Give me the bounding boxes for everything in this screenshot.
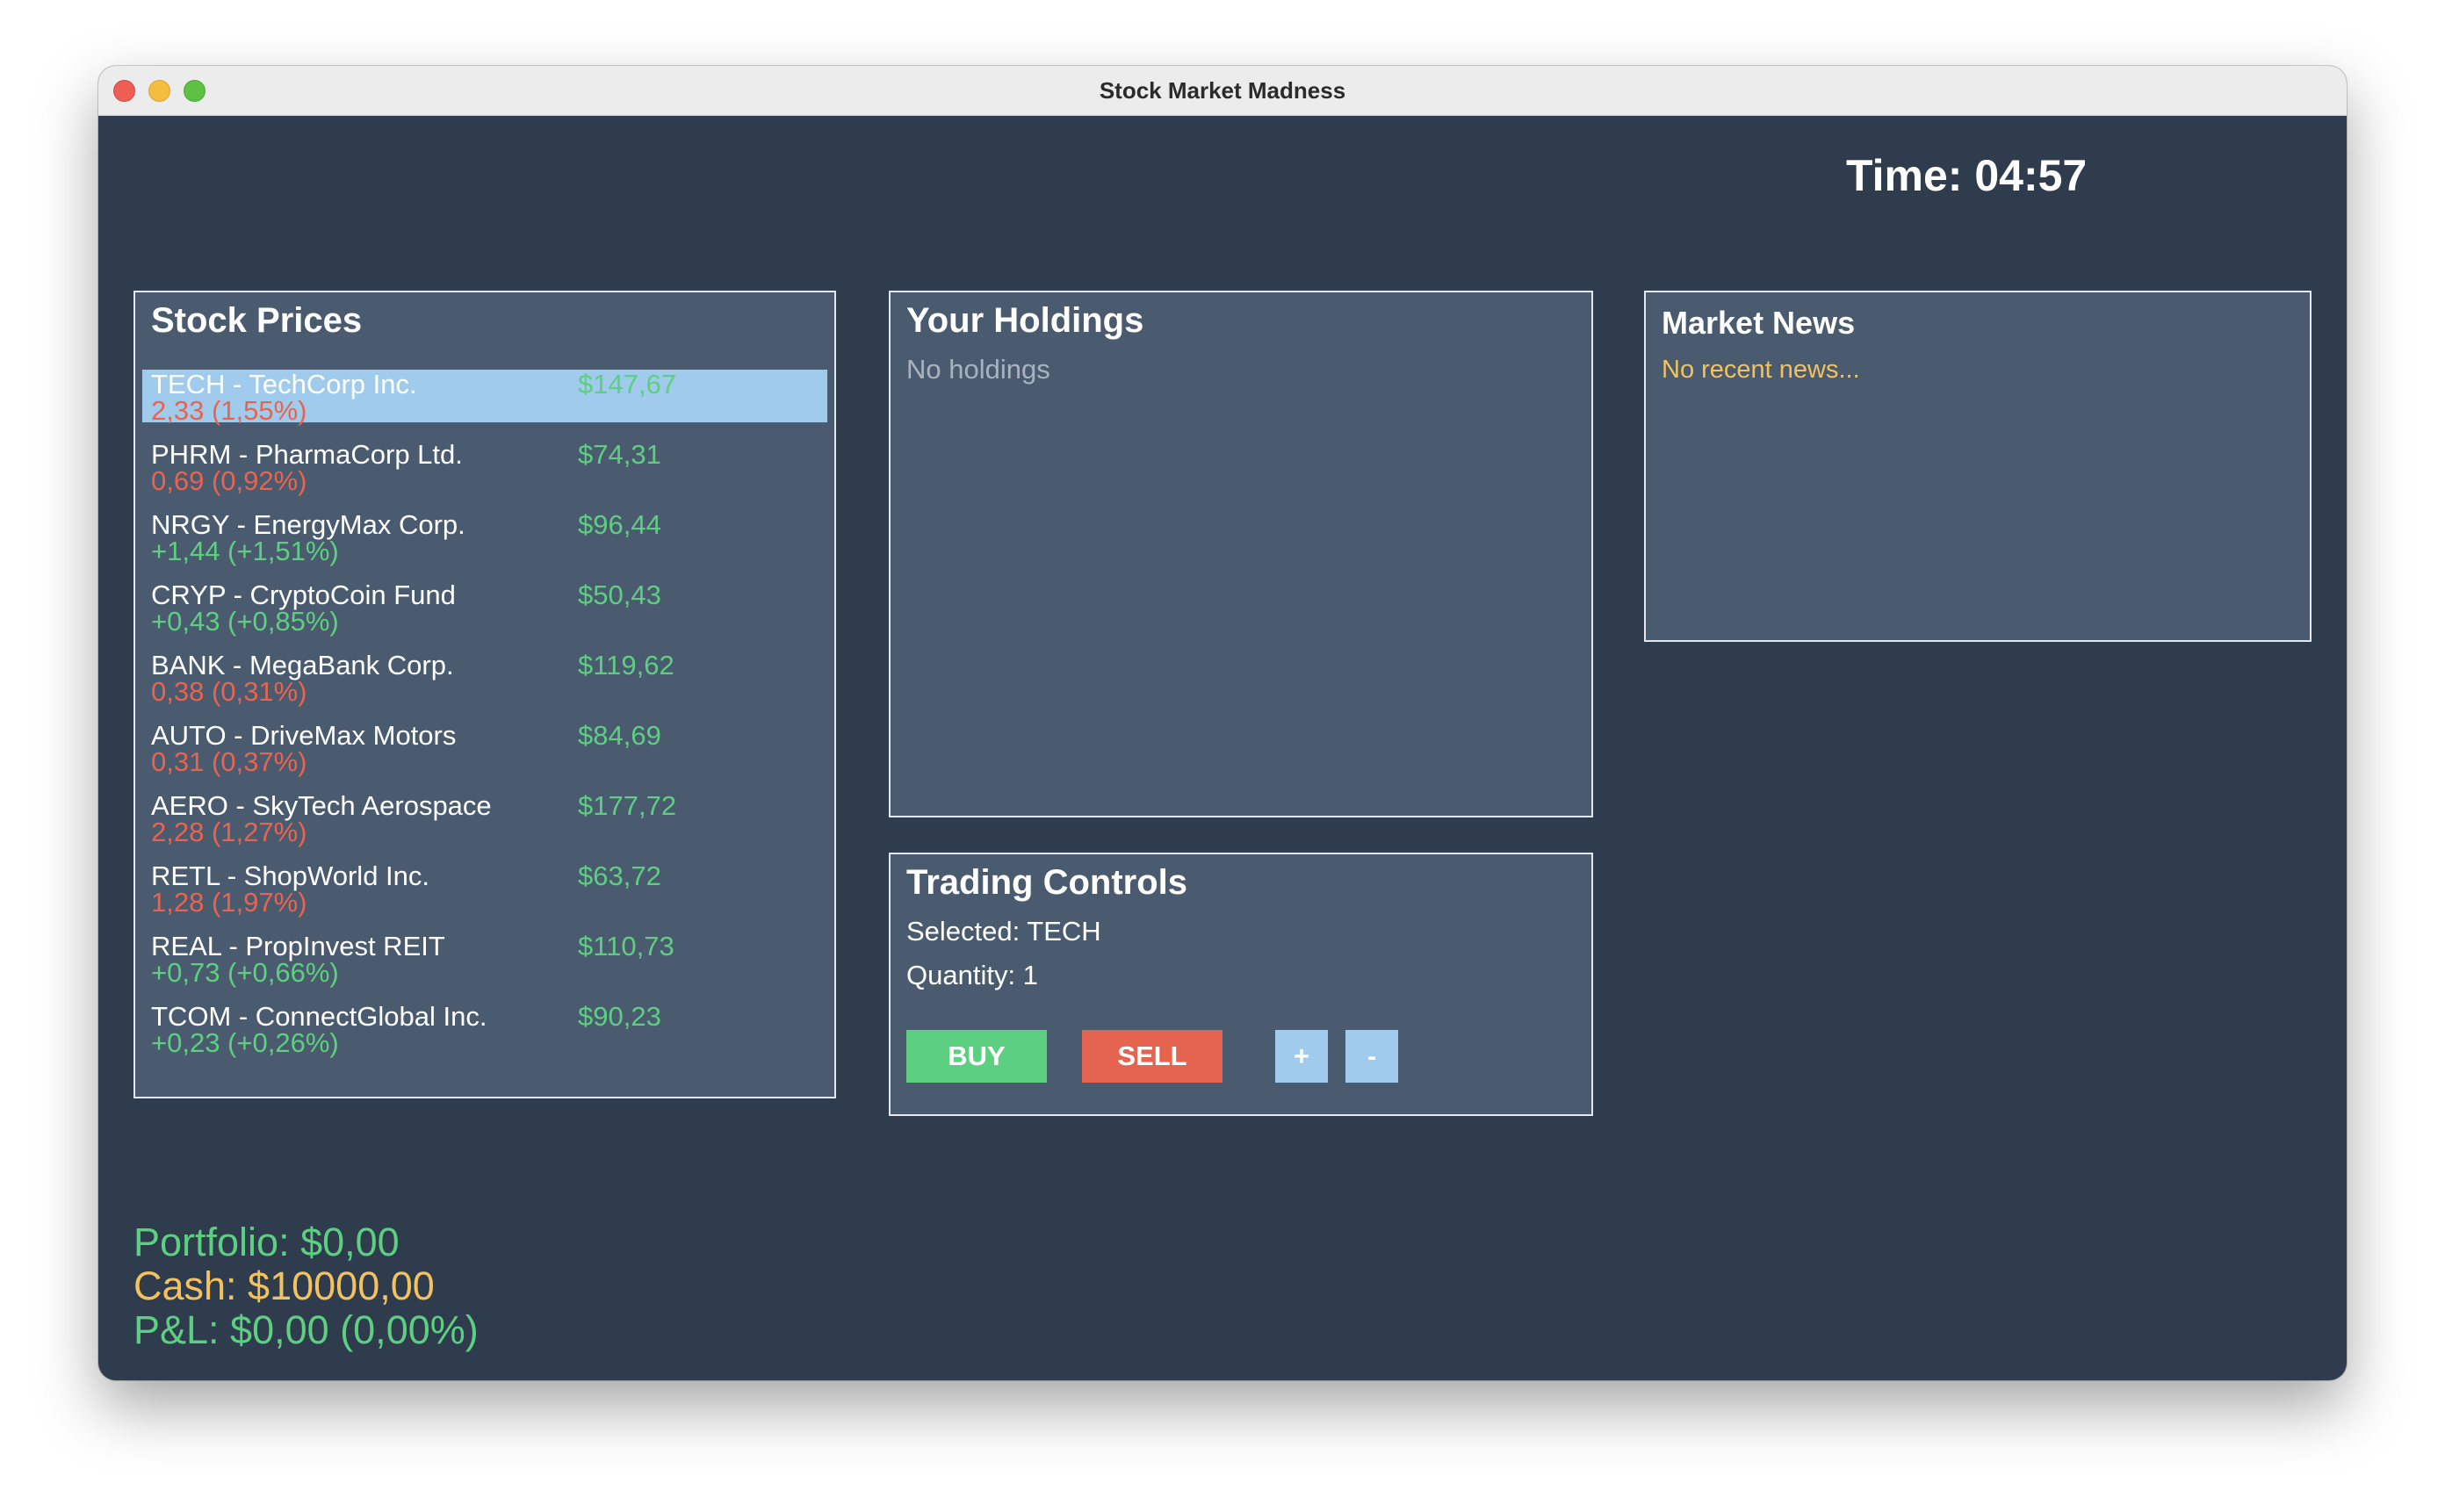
- stock-row-phrm[interactable]: PHRM - PharmaCorp Ltd. $74,31 0,69 (0,92%): [142, 439, 827, 496]
- sell-button[interactable]: SELL: [1082, 1030, 1222, 1083]
- game-timer: Time: 04:57: [1846, 151, 2088, 200]
- holdings-panel: Your Holdings No holdings: [889, 291, 1593, 817]
- stock-row-tcom[interactable]: TCOM - ConnectGlobal Inc. $90,23 +0,23 (+0…: [142, 1001, 827, 1058]
- stock-change: 2,28 (1,27%): [151, 817, 307, 847]
- holdings-title: Your Holdings: [906, 301, 1144, 340]
- stock-prices-panel: Stock Prices TECH - TechCorp Inc. $147,67…: [133, 291, 836, 1098]
- stock-price: $84,69: [578, 720, 661, 751]
- decrease-quantity-button[interactable]: -: [1345, 1030, 1398, 1083]
- stock-price: $50,43: [578, 580, 661, 610]
- stock-change: 0,38 (0,31%): [151, 676, 307, 707]
- cash-balance: Cash: $10000,00: [133, 1264, 435, 1308]
- stock-row-nrgy[interactable]: NRGY - EnergyMax Corp. $96,44 +1,44 (+1,51…: [142, 509, 827, 566]
- quantity-label: Quantity: 1: [906, 960, 1038, 990]
- increase-quantity-button[interactable]: +: [1275, 1030, 1328, 1083]
- stock-row-auto[interactable]: AUTO - DriveMax Motors $84,69 0,31 (0,37%): [142, 720, 827, 777]
- stock-price: $63,72: [578, 860, 661, 891]
- title-bar: Stock Market Madness: [98, 66, 2347, 116]
- stock-change: 0,69 (0,92%): [151, 465, 307, 496]
- market-news-panel: Market News No recent news...: [1644, 291, 2312, 642]
- stock-row-real[interactable]: REAL - PropInvest REIT $110,73 +0,73 (+0,6…: [142, 931, 827, 988]
- trading-controls-title: Trading Controls: [906, 863, 1187, 902]
- stock-change: 2,33 (1,55%): [151, 395, 307, 426]
- stock-row-aero[interactable]: AERO - SkyTech Aerospace $177,72 2,28 (1,2…: [142, 790, 827, 847]
- holdings-empty-text: No holdings: [906, 354, 1050, 385]
- buy-button[interactable]: BUY: [906, 1030, 1047, 1083]
- profit-loss: P&L: $0,00 (0,00%): [133, 1307, 479, 1352]
- stock-price: $177,72: [578, 790, 677, 821]
- stock-row-retl[interactable]: RETL - ShopWorld Inc. $63,72 1,28 (1,97%): [142, 860, 827, 918]
- selected-stock-label: Selected: TECH: [906, 916, 1101, 947]
- news-empty-text: No recent news...: [1662, 356, 1860, 384]
- market-news-title: Market News: [1662, 305, 1856, 341]
- stock-prices-title: Stock Prices: [151, 301, 363, 340]
- stock-price: $96,44: [578, 509, 661, 540]
- window-title: Stock Market Madness: [1099, 77, 1346, 104]
- trading-controls-panel: Trading Controls Selected: TECH Quantity…: [889, 853, 1593, 1116]
- stock-change: +1,44 (+1,51%): [151, 536, 339, 566]
- stock-row-bank[interactable]: BANK - MegaBank Corp. $119,62 0,38 (0,31%): [142, 650, 827, 707]
- stock-price: $90,23: [578, 1001, 661, 1032]
- stock-change: +0,73 (+0,66%): [151, 957, 339, 988]
- stock-change: 1,28 (1,97%): [151, 887, 307, 918]
- portfolio-value: Portfolio: $0,00: [133, 1220, 400, 1264]
- stock-row-cryp[interactable]: CRYP - CryptoCoin Fund $50,43 +0,43 (+0,85…: [142, 580, 827, 637]
- stock-change: +0,23 (+0,26%): [151, 1027, 339, 1058]
- stock-price: $110,73: [578, 931, 674, 961]
- stock-price: $119,62: [578, 650, 674, 680]
- stock-price: $74,31: [578, 439, 661, 470]
- stock-price: $147,67: [578, 369, 677, 400]
- stock-change: 0,31 (0,37%): [151, 746, 307, 777]
- stock-row-tech[interactable]: TECH - TechCorp Inc. $147,67 2,33 (1,55%): [142, 369, 827, 426]
- app-window: Stock Market Madness Time: 04:57 Stock P…: [98, 66, 2347, 1380]
- stock-change: +0,43 (+0,85%): [151, 606, 339, 637]
